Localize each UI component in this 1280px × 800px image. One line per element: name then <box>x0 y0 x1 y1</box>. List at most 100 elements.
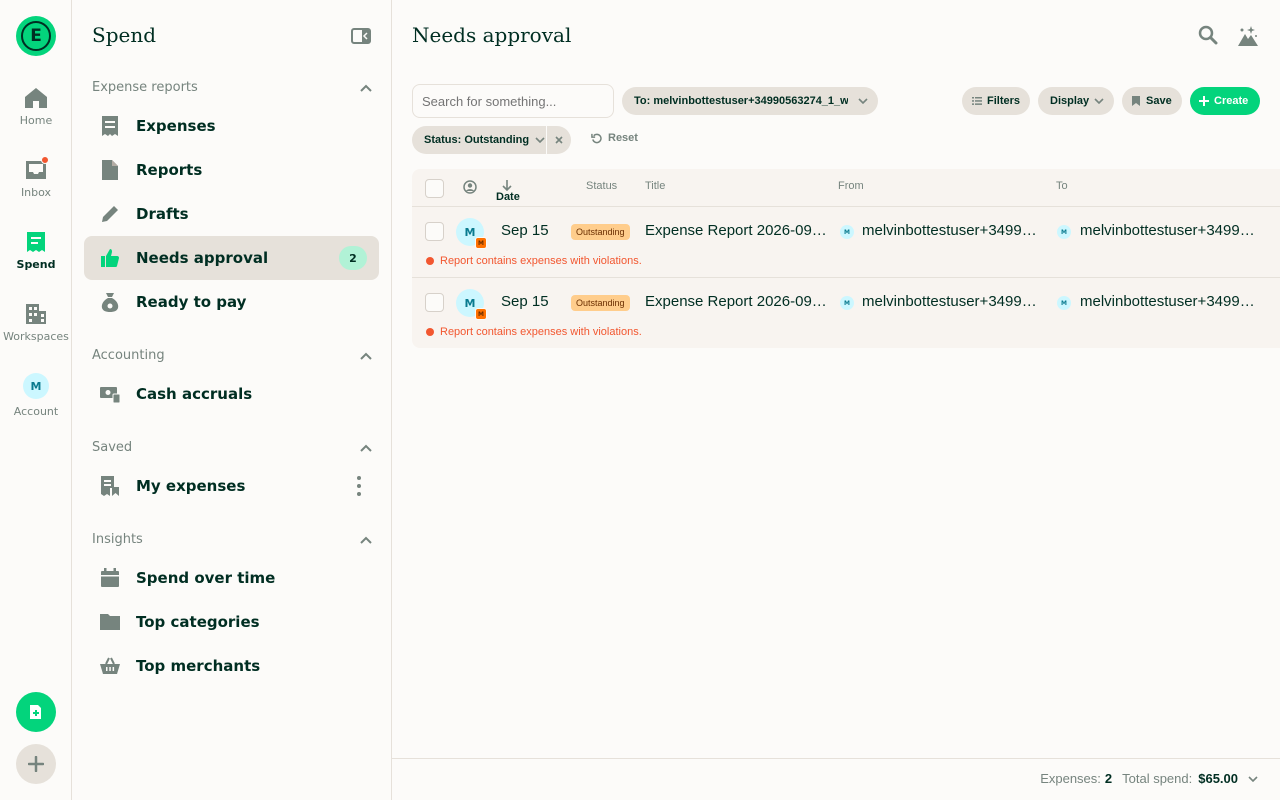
thumbs-up-icon <box>101 249 119 267</box>
plus-icon <box>1199 96 1209 106</box>
create-label: Create <box>1214 95 1249 107</box>
table-row[interactable]: M M Sep 15 Outstanding Expense Report 20… <box>412 206 1280 277</box>
to-avatar: M <box>1057 296 1071 310</box>
clear-status-filter-button[interactable] <box>547 126 571 154</box>
sidebar-item-drafts[interactable]: Drafts <box>84 192 379 236</box>
total-spend-value: $65.00 <box>1198 771 1238 786</box>
search-icon <box>1198 25 1218 45</box>
rail-label-workspaces: Workspaces <box>3 330 69 343</box>
workspace-avatar: M <box>475 237 487 249</box>
main-content: Needs approval To: melvinbottestuser+349… <box>392 0 1280 800</box>
save-search-button[interactable]: Save <box>1122 87 1182 115</box>
table-row[interactable]: M M Sep 15 Outstanding Expense Report 20… <box>412 277 1280 348</box>
spend-sidebar: Spend Expense reports Expenses Reports D… <box>72 0 392 800</box>
money-bag-icon <box>101 293 119 312</box>
receipt-icon <box>102 116 118 136</box>
sidebar-item-cash-accruals[interactable]: Cash accruals <box>84 372 379 416</box>
avatar: M M <box>456 218 487 249</box>
reports-table: Date Status Title From To M M Sep 15 Out… <box>412 169 1280 348</box>
sidebar-item-top-merchants[interactable]: Top merchants <box>84 644 379 688</box>
from-avatar: M <box>840 296 854 310</box>
column-status[interactable]: Status <box>586 180 617 192</box>
rail-item-workspaces[interactable]: Workspaces <box>0 302 72 343</box>
search-input[interactable] <box>412 84 614 118</box>
pencil-icon <box>102 206 118 222</box>
collapse-sidebar-button[interactable] <box>351 28 371 48</box>
document-icon <box>102 160 118 180</box>
row-checkbox[interactable] <box>425 293 444 312</box>
chevron-down-icon <box>1248 775 1258 782</box>
footer-summary[interactable]: Expenses: 2 Total spend: $65.00 <box>1040 771 1258 786</box>
error-dot-icon <box>426 328 434 336</box>
close-icon <box>555 136 563 144</box>
filters-label: Filters <box>987 95 1021 107</box>
error-dot-icon <box>426 257 434 265</box>
rail-item-home[interactable]: Home <box>0 86 72 127</box>
violation-message: Report contains expenses with violations… <box>426 255 642 267</box>
sidebar-item-reports[interactable]: Reports <box>84 148 379 192</box>
rail-item-account[interactable]: M Account <box>0 373 72 418</box>
building-icon <box>26 304 46 324</box>
sidebar-item-label: Cash accruals <box>136 385 253 403</box>
column-date[interactable]: Date <box>496 180 520 203</box>
section-insights[interactable]: Insights <box>92 532 372 547</box>
section-accounting[interactable]: Accounting <box>92 348 372 363</box>
summary-footer: Expenses: 2 Total spend: $65.00 <box>392 758 1280 800</box>
section-saved[interactable]: Saved <box>92 440 372 455</box>
row-title: Expense Report 2026-09-... <box>645 222 827 239</box>
section-header: Expense reports <box>92 80 198 95</box>
notification-dot <box>41 156 49 164</box>
rail-item-inbox[interactable]: Inbox <box>0 156 72 199</box>
section-header: Insights <box>92 532 143 547</box>
create-button[interactable]: Create <box>1190 87 1260 115</box>
sidebar-item-label: Reports <box>136 161 203 179</box>
reset-label: Reset <box>608 132 638 144</box>
quick-action-button[interactable] <box>16 692 56 732</box>
reset-button[interactable]: Reset <box>591 132 638 144</box>
select-all-checkbox[interactable] <box>425 179 444 198</box>
bookmark-icon <box>1132 96 1140 106</box>
chevron-down-icon <box>858 98 868 104</box>
add-button[interactable] <box>16 744 56 784</box>
rail-label-home: Home <box>19 114 53 127</box>
column-from[interactable]: From <box>838 180 864 192</box>
sidebar-item-label: Top merchants <box>136 657 261 675</box>
row-to: melvinbottestuser+34990... <box>1080 222 1260 239</box>
row-date: Sep 15 <box>501 293 549 310</box>
status-badge: Outstanding <box>571 295 630 311</box>
sidebar-item-expenses[interactable]: Expenses <box>84 104 379 148</box>
chevron-up-icon <box>360 352 372 360</box>
arrow-down-icon <box>502 180 512 191</box>
status-filter-label: Status: Outstanding <box>424 134 530 146</box>
filters-button[interactable]: Filters <box>962 87 1030 115</box>
row-checkbox[interactable] <box>425 222 444 241</box>
logo-letter: E <box>21 21 51 51</box>
rail-item-spend[interactable]: Spend <box>0 230 72 271</box>
avatar-initial: M <box>464 225 476 239</box>
column-title[interactable]: Title <box>645 180 665 192</box>
more-options-icon[interactable] <box>357 476 361 500</box>
global-nav-rail: E Home Inbox Spend Workspaces M Account <box>0 0 72 800</box>
rail-label-spend: Spend <box>16 258 56 271</box>
rail-label-inbox: Inbox <box>20 186 52 199</box>
column-to[interactable]: To <box>1056 180 1068 192</box>
search-button[interactable] <box>1198 25 1218 49</box>
sidebar-item-top-categories[interactable]: Top categories <box>84 600 379 644</box>
cash-icon <box>100 387 120 403</box>
sidebar-item-my-expenses[interactable]: My expenses <box>84 464 379 508</box>
chevron-down-icon <box>1094 98 1104 104</box>
count-badge: 2 <box>339 246 367 270</box>
expenses-count: 2 <box>1104 771 1113 786</box>
trips-button[interactable] <box>1237 25 1259 51</box>
avatar-initial: M <box>464 296 476 310</box>
sidebar-item-ready-to-pay[interactable]: Ready to pay <box>84 280 379 324</box>
sidebar-item-label: Ready to pay <box>136 293 247 311</box>
sidebar-item-spend-over-time[interactable]: Spend over time <box>84 556 379 600</box>
to-filter-dropdown[interactable]: To: melvinbottestuser+34990563274_1_w... <box>622 87 878 115</box>
display-button[interactable]: Display <box>1038 87 1114 115</box>
sidebar-item-needs-approval[interactable]: Needs approval 2 <box>84 236 379 280</box>
section-expense-reports[interactable]: Expense reports <box>92 80 372 95</box>
expensify-logo[interactable]: E <box>16 16 56 56</box>
sidebar-item-label: Needs approval <box>136 249 269 267</box>
status-filter-dropdown[interactable]: Status: Outstanding <box>412 126 546 154</box>
